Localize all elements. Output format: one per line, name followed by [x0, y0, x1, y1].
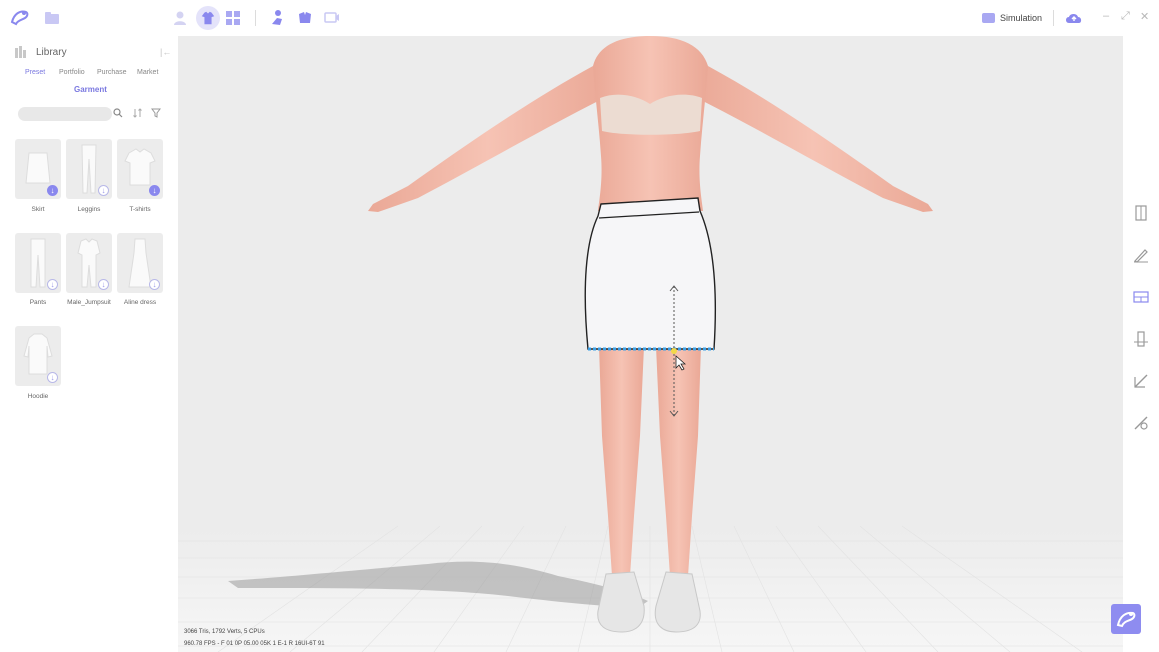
garment-icon[interactable]: [196, 6, 220, 30]
skirt-garment[interactable]: [584, 197, 717, 350]
garment-tile-male-jumpsuit[interactable]: ↓: [66, 233, 112, 293]
stats-line: 960.78 FPS - F 01 0P 05.00 05K 1 E-1 R 1…: [184, 641, 325, 647]
logo-icon: [8, 6, 32, 30]
library-icon: [15, 46, 26, 58]
3d-viewport[interactable]: 3066 Tris, 1792 Verts, 5 CPUs 960.78 FPS…: [178, 36, 1123, 652]
fold-icon[interactable]: [1132, 330, 1150, 348]
garment-label: Skirt: [31, 206, 45, 213]
tab-preset[interactable]: Preset: [25, 69, 45, 76]
garment-label: Pants: [29, 299, 47, 306]
download-icon[interactable]: ↓: [98, 185, 109, 196]
download-icon[interactable]: ↓: [47, 185, 58, 196]
simulation-button[interactable]: Simulation: [982, 10, 1042, 26]
download-icon[interactable]: ↓: [47, 372, 58, 383]
download-icon[interactable]: ↓: [149, 279, 160, 290]
filter-icon[interactable]: [151, 108, 161, 118]
garment-tile-aline-dress[interactable]: ↓: [117, 233, 163, 293]
garment-label: Male_Jumpsuit: [67, 299, 111, 306]
garment-label: T-shirts: [129, 206, 151, 213]
download-icon[interactable]: ↓: [47, 279, 58, 290]
tab-purchase[interactable]: Purchase: [97, 69, 127, 76]
simulation-icon: [982, 13, 995, 23]
floor: [178, 526, 1123, 652]
garment-tile-pants[interactable]: ↓: [15, 233, 61, 293]
sort-icon[interactable]: [133, 108, 143, 118]
minimize-icon[interactable]: –: [1103, 10, 1109, 22]
cloud-upload-icon[interactable]: [1064, 9, 1084, 27]
garment-tile-hoodie[interactable]: ↓: [15, 326, 61, 386]
drag-handle[interactable]: [671, 348, 677, 354]
garment-tile-skirt[interactable]: ↓: [15, 139, 61, 199]
grid-icon[interactable]: [224, 9, 242, 27]
close-icon[interactable]: ✕: [1140, 10, 1149, 23]
sewing-icon[interactable]: [1132, 288, 1150, 306]
top-toolbar: Simulation – ⤢ ✕: [0, 0, 1159, 36]
fabric-icon[interactable]: [296, 9, 314, 27]
library-title: Library: [36, 47, 67, 58]
pen-icon[interactable]: [1132, 246, 1150, 264]
folder-icon[interactable]: [43, 9, 61, 27]
left-arm: [368, 66, 608, 212]
simulation-label: Simulation: [1000, 13, 1043, 23]
download-icon[interactable]: ↓: [98, 279, 109, 290]
right-tool-panel: [1123, 36, 1159, 652]
pin-icon[interactable]: [1132, 414, 1150, 432]
download-icon[interactable]: ↓: [149, 185, 160, 196]
stats-line: 3066 Tris, 1792 Verts, 5 CPUs: [184, 629, 265, 635]
library-panel: Library |← Preset Portfolio Purchase Mar…: [0, 36, 178, 652]
app-logo-badge[interactable]: [1111, 604, 1141, 634]
scene-canvas[interactable]: [178, 36, 1123, 652]
collapse-panel-icon[interactable]: |←: [160, 47, 171, 57]
subtab-garment[interactable]: Garment: [74, 85, 107, 94]
zipper-icon[interactable]: [1132, 204, 1150, 222]
search-icon[interactable]: [113, 108, 123, 118]
garment-label: Hoodie: [27, 393, 49, 400]
avatar-icon[interactable]: [171, 9, 189, 27]
pose-icon[interactable]: [268, 9, 286, 27]
garment-tile-tshirts[interactable]: ↓: [117, 139, 163, 199]
maximize-icon[interactable]: ⤢: [1121, 10, 1130, 23]
logo-icon: [1116, 611, 1136, 628]
garment-label: Aline dress: [123, 299, 157, 306]
garment-label: Leggins: [77, 206, 101, 213]
toolbar-divider: [255, 10, 256, 26]
toolbar-divider: [1053, 10, 1054, 26]
tab-market[interactable]: Market: [137, 69, 158, 76]
record-icon[interactable]: [323, 9, 341, 27]
right-arm: [693, 66, 933, 212]
garment-tile-leggins[interactable]: ↓: [66, 139, 112, 199]
tab-portfolio[interactable]: Portfolio: [59, 69, 85, 76]
cut-icon[interactable]: [1132, 372, 1150, 390]
search-input[interactable]: [18, 107, 112, 121]
